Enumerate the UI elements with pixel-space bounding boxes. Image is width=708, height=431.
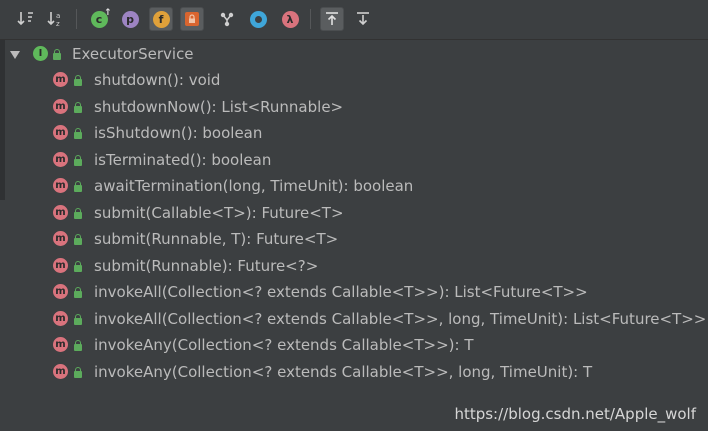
method-label: invokeAll(Collection<? extends Callable<… xyxy=(94,309,707,328)
method-icon: m xyxy=(53,310,68,326)
tree-method-row[interactable]: m awaitTermination(long, TimeUnit): boole… xyxy=(0,173,708,199)
show-inherited-button[interactable]: c ↑ xyxy=(87,7,112,31)
method-icon: m xyxy=(53,257,68,273)
method-glyph: m xyxy=(55,180,66,191)
method-icon: m xyxy=(53,98,68,114)
sort-by-visibility-button[interactable] xyxy=(14,7,38,31)
watermark: https://blog.csdn.net/Apple_wolf xyxy=(454,405,696,423)
tree-method-row[interactable]: m shutdown(): void xyxy=(0,67,708,93)
toolbar-separator xyxy=(76,9,77,29)
method-label: isTerminated(): boolean xyxy=(94,150,272,169)
method-icon: m xyxy=(53,151,68,167)
method-glyph: m xyxy=(55,312,66,324)
scroll-to-source-icon xyxy=(326,12,338,25)
lock-icon xyxy=(74,260,82,272)
lock-icon xyxy=(74,366,82,378)
lock-icon xyxy=(74,234,82,245)
class-inherited-icon: c ↑ xyxy=(90,8,112,28)
tree-method-row[interactable]: m invokeAny(Collection<? extends Callable… xyxy=(0,359,708,385)
lock-icon xyxy=(185,12,199,26)
lambda-glyph: λ xyxy=(286,12,294,26)
show-anonymous-button[interactable] xyxy=(215,7,239,31)
tree-method-row[interactable]: m submit(Runnable, T): Future<T> xyxy=(0,226,708,252)
lock-icon xyxy=(74,101,82,113)
ring-icon xyxy=(249,10,267,28)
lock-icon xyxy=(74,287,82,298)
structure-toolbar: a z c ↑ p f λ xyxy=(0,0,708,40)
sort-down-arrow-icon xyxy=(17,12,33,26)
method-icon: m xyxy=(53,178,68,193)
method-label: shutdownNow(): List<Runnable> xyxy=(94,97,344,116)
method-icon: m xyxy=(53,231,68,246)
method-glyph: m xyxy=(55,365,66,377)
tree-method-row[interactable]: m submit(Callable<T>): Future<T> xyxy=(0,200,708,226)
method-label: isShutdown(): boolean xyxy=(94,124,263,142)
lock-icon xyxy=(74,181,82,192)
method-label: submit(Runnable): Future<?> xyxy=(94,256,319,275)
method-label: invokeAny(Collection<? extends Callable<… xyxy=(94,362,593,381)
tree-method-row[interactable]: m isTerminated(): boolean xyxy=(0,147,708,173)
show-properties-button[interactable]: p xyxy=(118,7,142,31)
method-label: submit(Callable<T>): Future<T> xyxy=(94,203,344,222)
anonymous-y-icon xyxy=(220,12,234,27)
method-glyph: m xyxy=(55,74,66,85)
field-f-icon: f xyxy=(152,10,170,28)
method-label: invokeAny(Collection<? extends Callable<… xyxy=(94,336,474,354)
tree-method-row[interactable]: m invokeAny(Collection<? extends Callable… xyxy=(0,332,708,358)
method-label: invokeAll(Collection<? extends Callable<… xyxy=(94,283,588,301)
show-fields-button[interactable]: f xyxy=(149,7,173,31)
lock-icon xyxy=(74,207,82,219)
method-icon: m xyxy=(53,337,68,352)
method-glyph: m xyxy=(55,339,66,350)
lock-icon xyxy=(74,75,82,86)
tree-root-label: ExecutorService xyxy=(72,45,194,63)
lock-icon xyxy=(74,313,82,325)
lambda-icon: λ xyxy=(281,10,299,28)
method-glyph: m xyxy=(55,259,66,271)
method-label: shutdown(): void xyxy=(94,71,221,89)
method-label: submit(Runnable, T): Future<T> xyxy=(94,230,339,248)
method-glyph: m xyxy=(55,127,66,138)
tree-method-row[interactable]: m invokeAll(Collection<? extends Callable… xyxy=(0,279,708,305)
property-p-icon: p xyxy=(121,10,139,28)
show-lambdas-button[interactable]: λ xyxy=(278,7,302,31)
autoscroll-to-source-button[interactable] xyxy=(320,7,344,31)
svg-text:a: a xyxy=(56,12,60,20)
lock-icon xyxy=(74,128,82,139)
field-glyph: f xyxy=(158,12,164,26)
method-glyph: m xyxy=(55,286,66,297)
method-glyph: m xyxy=(55,206,66,218)
tree-method-row[interactable]: m invokeAll(Collection<? extends Callable… xyxy=(0,306,708,332)
method-glyph: m xyxy=(55,233,66,244)
lock-icon xyxy=(74,154,82,166)
tree-method-row[interactable]: m submit(Runnable): Future<?> xyxy=(0,253,708,279)
method-icon: m xyxy=(53,204,68,220)
expand-arrow-icon[interactable] xyxy=(10,51,20,59)
autoscroll-from-source-button[interactable] xyxy=(351,7,375,31)
tree-root-row[interactable]: I ExecutorService xyxy=(0,41,708,67)
method-icon: m xyxy=(53,363,68,379)
method-glyph: m xyxy=(55,100,66,112)
method-icon: m xyxy=(53,125,68,140)
lock-icon xyxy=(53,49,61,60)
property-glyph: p xyxy=(126,12,134,26)
lock-icon xyxy=(74,340,82,351)
tree-method-row[interactable]: m shutdownNow(): List<Runnable> xyxy=(0,94,708,120)
method-glyph: m xyxy=(55,153,66,165)
sort-az-icon: a z xyxy=(47,12,60,28)
scroll-from-source-icon xyxy=(357,12,369,26)
interface-icon: I xyxy=(33,46,48,61)
toolbar-separator xyxy=(310,9,311,29)
method-icon: m xyxy=(53,284,68,299)
tree-method-row[interactable]: m isShutdown(): boolean xyxy=(0,120,708,146)
method-icon: m xyxy=(53,72,68,87)
method-label: awaitTermination(long, TimeUnit): boolea… xyxy=(94,177,414,195)
interface-glyph: I xyxy=(38,48,43,59)
show-lambdas-ring-button[interactable] xyxy=(246,7,270,31)
sort-alphabetically-button[interactable]: a z xyxy=(44,7,68,31)
svg-text:z: z xyxy=(56,20,60,28)
show-non-public-button[interactable] xyxy=(180,7,204,31)
